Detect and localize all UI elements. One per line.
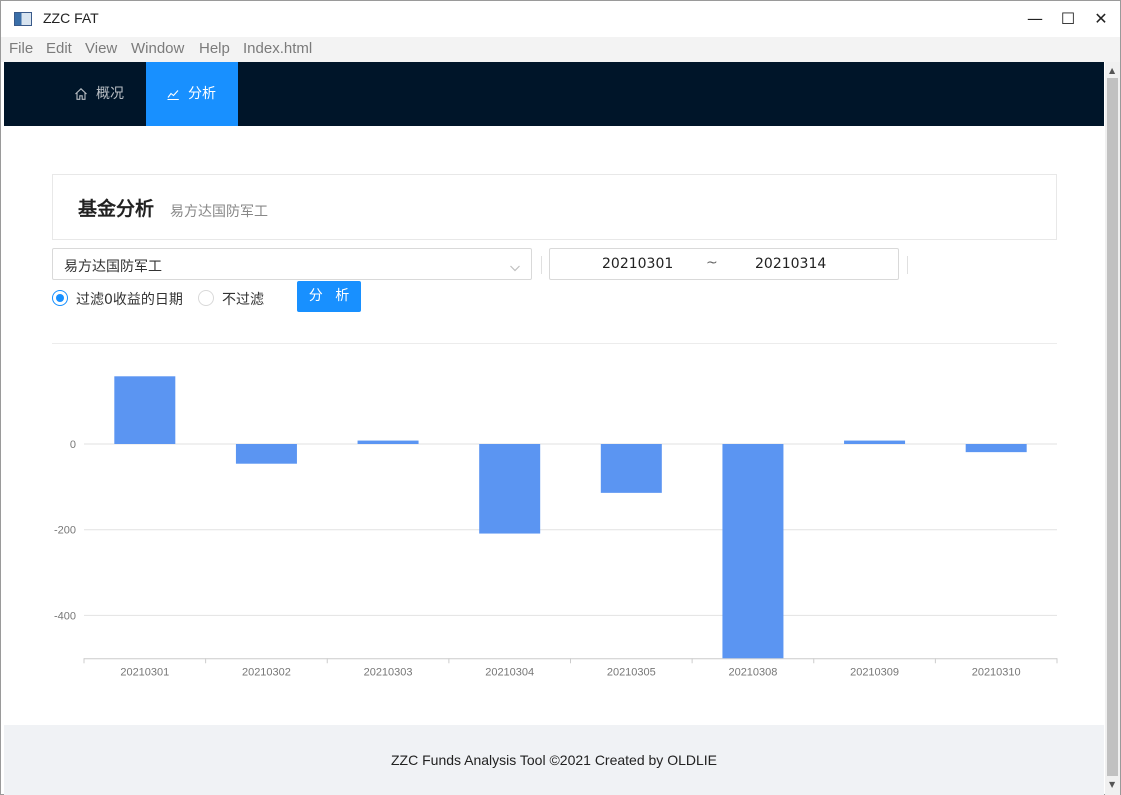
nav-label-overview: 概况	[96, 86, 124, 102]
fund-select[interactable]: 易方达国防军工	[52, 248, 532, 280]
footer: ZZC Funds Analysis Tool ©2021 Created by…	[4, 725, 1104, 795]
x-tick-label: 20210301	[120, 666, 169, 678]
menu-help[interactable]: Help	[199, 40, 230, 57]
window-title: ZZC FAT	[43, 10, 99, 26]
nav-item-analysis[interactable]: 分析	[146, 62, 238, 126]
bar-20210310	[965, 444, 1027, 453]
page-header: 基金分析 易方达国防军工	[52, 174, 1057, 240]
page-title: 基金分析	[78, 198, 155, 220]
bar-chart: 0 -200 -400 20210301 20210302 20210303 2021030…	[54, 376, 1058, 678]
bar-20210308	[722, 444, 784, 659]
radio-dot[interactable]	[198, 290, 214, 306]
menu-index-html[interactable]: Index.html	[243, 40, 312, 57]
x-tick-label: 20210310	[972, 666, 1021, 678]
chevron-down-icon	[509, 259, 521, 278]
section-divider	[52, 343, 1057, 344]
y-tick-label: -400	[54, 610, 76, 622]
close-button[interactable]: ✕	[1089, 7, 1113, 31]
y-tick-label: 0	[70, 439, 76, 451]
vertical-scrollbar[interactable]: ▲ ▼	[1105, 62, 1120, 795]
top-nav: 概况 分析	[4, 62, 1104, 126]
scrollbar-thumb[interactable]	[1107, 78, 1118, 776]
maximize-button[interactable]: ☐	[1056, 7, 1080, 31]
bar-20210304	[479, 444, 541, 534]
radio-nofilter-label: 不过滤	[222, 292, 264, 308]
date-range-separator: ~	[706, 255, 718, 271]
scroll-down-icon[interactable]: ▼	[1109, 780, 1115, 789]
app-icon	[14, 12, 32, 26]
menu-file[interactable]: File	[9, 40, 33, 57]
main-content: 概况 分析 基金分析 易方达国防军工 易方达国防军工 20210301 ~ 20…	[4, 62, 1104, 795]
radio-filter-label: 过滤0收益的日期	[76, 292, 183, 308]
bar-20210302	[235, 444, 297, 464]
x-tick-label: 20210309	[850, 666, 899, 678]
minimize-button[interactable]: —	[1023, 7, 1047, 31]
date-start[interactable]: 20210301	[602, 256, 673, 272]
date-end[interactable]: 20210314	[755, 256, 826, 272]
footer-text: ZZC Funds Analysis Tool ©2021 Created by…	[391, 752, 717, 768]
menu-window[interactable]: Window	[131, 40, 184, 57]
date-range-picker[interactable]: 20210301 ~ 20210314	[549, 248, 899, 280]
analyze-button[interactable]: 分 析	[297, 281, 361, 312]
menu-view[interactable]: View	[85, 40, 117, 57]
nav-item-overview[interactable]: 概况	[74, 62, 154, 126]
y-tick-label: -200	[54, 525, 76, 537]
bar-20210309	[844, 440, 906, 444]
scroll-up-icon[interactable]: ▲	[1109, 66, 1115, 75]
fund-select-value: 易方达国防军工	[64, 259, 162, 275]
bar-20210303	[357, 440, 419, 444]
line-chart-icon	[166, 62, 180, 126]
divider	[541, 256, 542, 274]
app-window: ZZC FAT — ☐ ✕ File Edit View Window Help…	[0, 0, 1121, 795]
home-icon	[74, 62, 88, 126]
x-tick-label: 20210303	[364, 666, 413, 678]
x-tick-label: 20210304	[485, 666, 534, 678]
page-subtitle: 易方达国防军工	[170, 204, 268, 220]
nav-label-analysis: 分析	[188, 86, 216, 102]
menu-bar: File Edit View Window Help Index.html	[1, 37, 1120, 62]
x-tick-label: 20210305	[607, 666, 656, 678]
radio-dot-checked[interactable]	[52, 290, 68, 306]
menu-edit[interactable]: Edit	[46, 40, 72, 57]
title-bar: ZZC FAT — ☐ ✕	[1, 1, 1120, 37]
x-tick-label: 20210308	[728, 666, 777, 678]
bar-20210301	[114, 376, 176, 444]
x-tick-label: 20210302	[242, 666, 291, 678]
bar-20210305	[600, 444, 662, 493]
divider	[907, 256, 908, 274]
